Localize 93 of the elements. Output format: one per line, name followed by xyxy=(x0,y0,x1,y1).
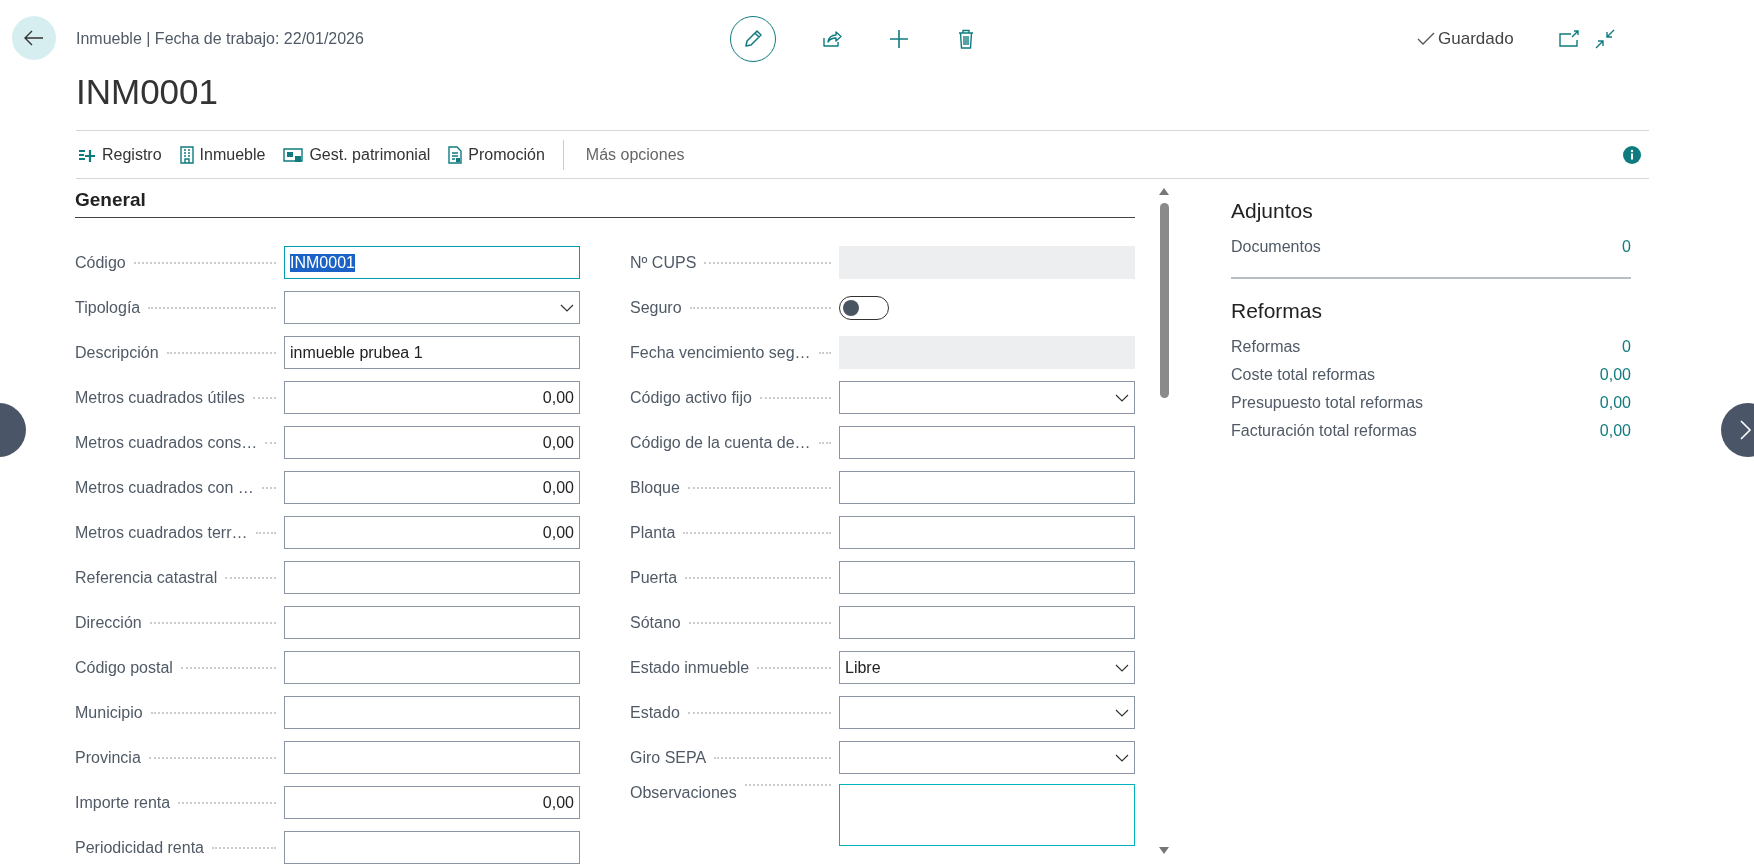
scroll-down-icon[interactable] xyxy=(1159,847,1169,855)
input-field[interactable] xyxy=(284,741,580,774)
chevron-down-icon xyxy=(1115,708,1129,717)
action-button[interactable]: Gest. patrimonial xyxy=(283,145,431,164)
input-field[interactable]: inmueble prubea 1 xyxy=(284,336,580,369)
input-field[interactable] xyxy=(284,561,580,594)
chevron-down-icon xyxy=(1115,393,1129,402)
dropdown-field[interactable] xyxy=(839,381,1135,414)
factbox-value-link[interactable]: 0,00 xyxy=(1599,422,1631,440)
action-button[interactable]: Registro xyxy=(78,145,162,164)
factbox-title: Reformas xyxy=(1231,299,1324,323)
field-label: Código postal xyxy=(75,658,173,677)
input-field[interactable] xyxy=(839,471,1135,504)
field-label: Metros cuadrados con … xyxy=(75,478,254,497)
field-label: Código activo fijo xyxy=(630,388,752,407)
field-label: Puerta xyxy=(630,568,678,587)
chevron-down-icon xyxy=(560,303,574,312)
info-icon[interactable] xyxy=(1623,145,1641,164)
field-label: Importe renta xyxy=(75,793,171,812)
action-button[interactable]: Promoción xyxy=(448,145,545,164)
input-field[interactable]: 0,00 xyxy=(284,471,580,504)
dropdown-field[interactable] xyxy=(839,741,1135,774)
text-area[interactable] xyxy=(839,784,1135,846)
add-icon[interactable] xyxy=(888,28,910,50)
field-label: Tipología xyxy=(75,298,141,317)
save-status: Guardado xyxy=(1438,29,1514,49)
factbox-label: Coste total reformas xyxy=(1231,366,1376,384)
field-label: Sótano xyxy=(630,613,681,632)
field-label: Seguro xyxy=(630,298,682,317)
field-label: Estado inmueble xyxy=(630,658,750,677)
field-label: Fecha vencimiento seg… xyxy=(630,343,811,362)
factbox-value-link[interactable]: 0,00 xyxy=(1599,394,1631,412)
field-label: Dirección xyxy=(75,613,142,632)
input-field[interactable]: 0,00 xyxy=(284,516,580,549)
chevron-right-icon xyxy=(1739,419,1753,441)
document-icon xyxy=(448,145,463,164)
field-label: Provincia xyxy=(75,748,141,767)
field-label: Estado xyxy=(630,703,680,722)
input-field[interactable]: 0,00 xyxy=(284,786,580,819)
pencil-icon xyxy=(742,28,764,50)
field-label: Referencia catastral xyxy=(75,568,218,587)
chevron-down-icon xyxy=(1115,753,1129,762)
field-label: Planta xyxy=(630,523,676,542)
scrollbar-thumb[interactable] xyxy=(1159,203,1169,398)
open-new-window-icon[interactable] xyxy=(1557,30,1580,48)
field-label: Nº CUPS xyxy=(630,253,697,272)
input-field[interactable] xyxy=(284,651,580,684)
scroll-up-icon[interactable] xyxy=(1159,187,1169,195)
factbox-label: Documentos xyxy=(1231,238,1321,256)
action-button[interactable]: Inmueble xyxy=(179,145,266,164)
input-field[interactable]: 0,00 xyxy=(284,381,580,414)
factbox-value-link[interactable]: 0 xyxy=(1622,238,1631,256)
page-caption: Inmueble | Fecha de trabajo: 22/01/2026 xyxy=(76,30,365,48)
id-card-icon xyxy=(283,146,304,163)
back-button[interactable] xyxy=(12,16,56,60)
field-label: Código xyxy=(75,253,126,272)
field-label: Metros cuadrados útiles xyxy=(75,388,245,407)
factbox-value-link[interactable]: 0 xyxy=(1622,338,1631,356)
factbox-title: Adjuntos xyxy=(1231,199,1314,223)
dropdown-field[interactable] xyxy=(284,291,580,324)
factbox-value-link[interactable]: 0,00 xyxy=(1599,366,1631,384)
input-field[interactable] xyxy=(284,831,580,864)
input-field[interactable]: 0,00 xyxy=(284,426,580,459)
back-arrow-icon xyxy=(24,30,44,46)
input-field[interactable] xyxy=(839,561,1135,594)
field-label: Municipio xyxy=(75,703,143,722)
field-label: Metros cuadrados cons… xyxy=(75,433,258,452)
field-label: Periodicidad renta xyxy=(75,838,204,857)
record-title: INM0001 xyxy=(76,72,220,112)
check-icon xyxy=(1417,32,1435,46)
field-label: Código de la cuenta de… xyxy=(630,433,811,452)
input-field[interactable] xyxy=(839,426,1135,459)
building-icon xyxy=(179,145,194,164)
input-field[interactable] xyxy=(284,606,580,639)
chevron-down-icon xyxy=(1115,663,1129,672)
dropdown-field[interactable]: Libre xyxy=(839,651,1135,684)
factbox-label: Reformas xyxy=(1231,338,1301,356)
field-label: Descripción xyxy=(75,343,159,362)
section-title: General xyxy=(75,185,1135,218)
field-label: Giro SEPA xyxy=(630,748,707,767)
input-field[interactable] xyxy=(839,516,1135,549)
more-options-button[interactable]: Más opciones xyxy=(585,145,685,164)
factbox-label: Presupuesto total reformas xyxy=(1231,394,1424,412)
dropdown-field[interactable] xyxy=(839,696,1135,729)
share-icon[interactable] xyxy=(821,28,843,50)
collapse-icon[interactable] xyxy=(1593,28,1616,50)
field-label: Metros cuadrados terr… xyxy=(75,523,248,542)
field-label: Observaciones xyxy=(630,784,737,802)
factbox-label: Facturación total reformas xyxy=(1231,422,1417,440)
input-field[interactable] xyxy=(284,696,580,729)
input-field[interactable]: INM0001 xyxy=(284,246,580,279)
field-label: Bloque xyxy=(630,478,680,497)
input-field[interactable] xyxy=(839,606,1135,639)
